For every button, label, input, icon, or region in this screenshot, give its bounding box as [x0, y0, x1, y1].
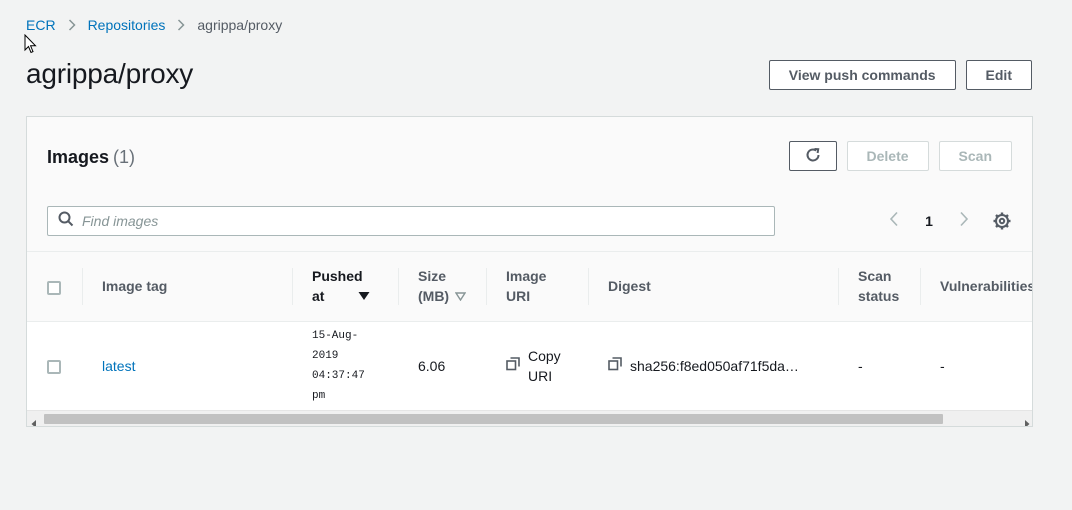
copy-digest-button[interactable]: sha256:f8ed050af71f5da… [608, 356, 818, 376]
search-input[interactable] [82, 213, 762, 229]
table-header-row: Image tag Pushed at Size (MB) Image URI … [27, 252, 1033, 322]
column-image-tag[interactable]: Image tag [82, 252, 292, 322]
vulnerabilities-cell: - [940, 357, 945, 374]
table-settings-button[interactable] [992, 211, 1012, 236]
scroll-right-icon[interactable] [1024, 415, 1030, 426]
copy-uri-label: Copy URI [528, 346, 561, 386]
select-all-checkbox[interactable] [47, 280, 61, 295]
scroll-left-icon[interactable] [31, 415, 37, 426]
column-pushed-at-line1: Pushed [312, 268, 363, 285]
select-all-header [27, 252, 82, 322]
pushed-at-line: pm [312, 389, 326, 402]
breadcrumb-ecr-link[interactable]: ECR [26, 17, 56, 33]
column-size-line2-wrap: (MB) [418, 286, 467, 306]
breadcrumb-repositories-link[interactable]: Repositories [88, 17, 166, 33]
chevron-right-icon [177, 19, 185, 31]
chevron-right-icon [68, 19, 76, 31]
mouse-cursor-icon [24, 33, 38, 59]
view-push-commands-button[interactable]: View push commands [768, 60, 956, 90]
copy-uri-button[interactable]: Copy URI [506, 346, 568, 386]
column-digest-label: Digest [608, 278, 651, 295]
images-count: (1) [113, 147, 136, 167]
images-table-container: Image tag Pushed at Size (MB) Image URI … [27, 251, 1033, 411]
column-vulnerabilities-label: Vulnerabilities [940, 278, 1033, 295]
column-image-uri: Image URI [486, 252, 588, 322]
column-digest: Digest [588, 252, 838, 322]
pushed-at-cell: 15-Aug- 2019 04:37:47 pm [292, 321, 398, 410]
scrollbar-thumb[interactable] [44, 414, 943, 424]
copy-uri-label-line2: URI [528, 367, 553, 384]
row-select-cell [27, 321, 82, 410]
copy-icon [506, 356, 520, 376]
size-cell: 6.06 [418, 357, 446, 374]
scan-status-cell: - [858, 357, 863, 374]
images-actions: Delete Scan [788, 141, 1012, 171]
search-icon [58, 211, 74, 232]
prev-page-button[interactable] [889, 211, 899, 232]
refresh-button[interactable] [788, 141, 837, 171]
delete-button[interactable]: Delete [846, 141, 929, 171]
pushed-at-line: 15-Aug- [312, 329, 359, 342]
column-scan-status-line1: Scan [858, 268, 892, 285]
image-uri-cell: Copy URI [486, 321, 588, 410]
column-image-uri-line2: URI [506, 288, 531, 305]
column-size-line1: Size [418, 268, 447, 285]
column-pushed-at-line2: at [312, 288, 325, 305]
page-number[interactable]: 1 [925, 213, 933, 229]
column-scan-status-line2: status [858, 288, 900, 305]
caret-down-icon [358, 286, 370, 306]
gear-icon [992, 212, 1012, 235]
column-size[interactable]: Size (MB) [398, 252, 486, 322]
row-checkbox[interactable] [47, 360, 61, 375]
images-table: Image tag Pushed at Size (MB) Image URI … [27, 252, 1033, 410]
page-title: agrippa/proxy [26, 58, 194, 89]
pushed-at-line: 04:37:47 [312, 369, 365, 382]
column-pushed-at[interactable]: Pushed at [292, 252, 398, 322]
search-box [47, 206, 775, 236]
horizontal-scrollbar[interactable] [27, 410, 1032, 426]
caret-down-outline-icon [454, 286, 467, 306]
edit-button[interactable]: Edit [965, 60, 1032, 90]
copy-uri-label-line1: Copy [528, 347, 561, 364]
breadcrumb: ECR Repositories agrippa/proxy [26, 16, 282, 34]
digest-value: sha256:f8ed050af71f5da… [630, 357, 799, 374]
images-panel-title: Images (1) [47, 147, 135, 168]
header-actions: View push commands Edit [768, 60, 1032, 90]
column-size-line2: (MB) [418, 288, 450, 305]
column-image-uri-line1: Image [506, 268, 547, 285]
image-tag-link[interactable]: latest [102, 358, 135, 374]
next-page-button[interactable] [959, 211, 969, 232]
images-panel: Images(1) Delete Scan 1 [26, 116, 1033, 427]
image-tag-cell: latest [82, 321, 292, 410]
chevron-left-icon [889, 211, 898, 226]
images-title: Images [47, 147, 110, 167]
digest-cell: sha256:f8ed050af71f5da… [588, 321, 838, 410]
scan-button[interactable]: Scan [938, 141, 1012, 171]
copy-icon [608, 356, 622, 376]
chevron-right-icon [960, 211, 969, 226]
column-image-tag-label: Image tag [102, 278, 168, 295]
breadcrumb-current: agrippa/proxy [197, 17, 283, 33]
pagination: 1 [889, 209, 969, 233]
column-pushed-at-line2-wrap: at [312, 286, 378, 306]
column-vulnerabilities: Vulnerabilities [920, 252, 1033, 322]
column-scan-status: Scan status [838, 252, 920, 322]
pushed-at-line: 2019 [312, 349, 339, 362]
refresh-icon [804, 146, 822, 167]
table-row: latest 15-Aug- 2019 04:37:47 pm 6.06 Cop… [27, 321, 1032, 410]
